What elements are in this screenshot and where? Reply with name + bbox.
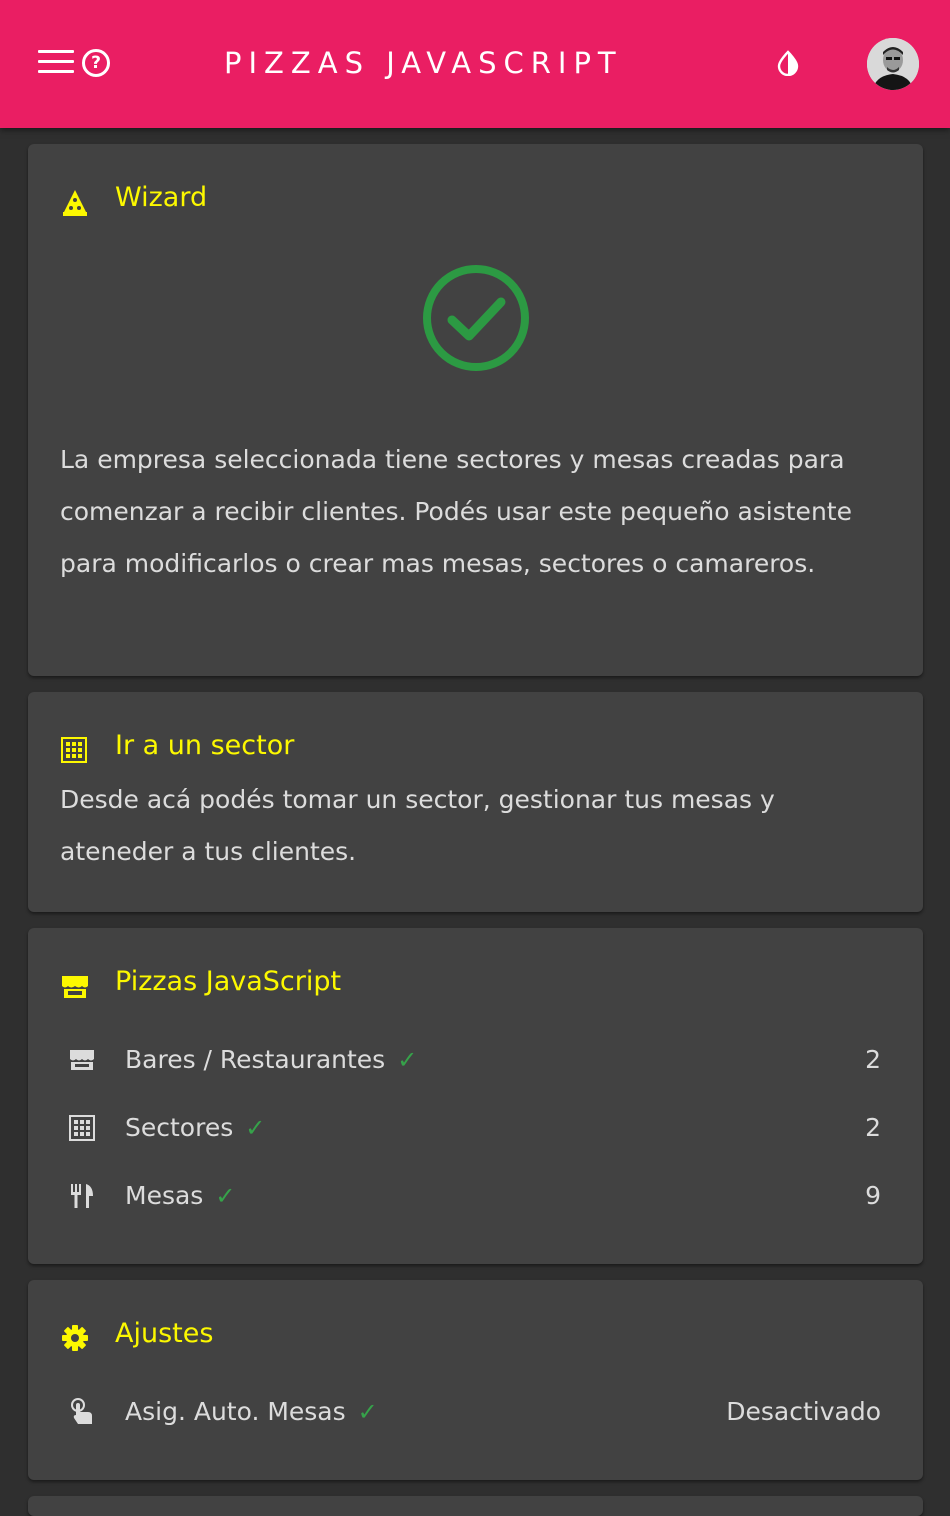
- sector-card[interactable]: Ir a un sector Desde acá podés tomar un …: [28, 692, 923, 912]
- company-card: Pizzas JavaScript Bares / Restaurantes ✓ …: [28, 928, 923, 1264]
- row-label: Asig. Auto. Mesas ✓: [125, 1397, 378, 1426]
- company-item-sectors[interactable]: Sectores ✓ 2: [68, 1108, 883, 1148]
- check-icon: ✓: [357, 1398, 378, 1426]
- avatar[interactable]: [867, 38, 919, 90]
- check-circle-icon: [423, 265, 529, 371]
- pizza-slice-icon: [63, 190, 87, 216]
- row-label: Bares / Restaurantes ✓: [125, 1045, 418, 1074]
- help-circle-icon[interactable]: ?: [82, 49, 110, 77]
- check-icon: ✓: [245, 1114, 266, 1142]
- wizard-card[interactable]: Wizard La empresa seleccionada tiene sec…: [28, 144, 923, 676]
- grid-dots-icon: [69, 1115, 95, 1141]
- storefront-icon: [62, 976, 88, 998]
- row-value: Desactivado: [726, 1397, 881, 1426]
- utensils-icon: [71, 1184, 93, 1208]
- row-value: 2: [865, 1045, 881, 1074]
- check-icon: ✓: [397, 1046, 418, 1074]
- hamburger-menu-icon[interactable]: [38, 50, 74, 76]
- touch-hand-icon: [71, 1398, 92, 1424]
- company-item-tables[interactable]: Mesas ✓ 9: [68, 1176, 883, 1216]
- storefront-icon: [70, 1050, 94, 1070]
- grid-dots-icon: [61, 737, 87, 763]
- company-item-restaurants[interactable]: Bares / Restaurantes ✓ 2: [68, 1040, 883, 1080]
- settings-title: Ajustes: [115, 1318, 214, 1349]
- check-icon: ✓: [215, 1182, 236, 1210]
- settings-card: Ajustes Asig. Auto. Mesas ✓ Desactivado: [28, 1280, 923, 1480]
- company-title: Pizzas JavaScript: [115, 966, 342, 997]
- row-label: Sectores ✓: [125, 1113, 266, 1142]
- wizard-title: Wizard: [115, 182, 208, 213]
- row-value: 9: [865, 1181, 881, 1210]
- settings-item-auto-assign[interactable]: Asig. Auto. Mesas ✓ Desactivado: [68, 1392, 883, 1432]
- contrast-drop-icon[interactable]: [775, 50, 801, 76]
- sector-title: Ir a un sector: [115, 730, 295, 761]
- row-value: 2: [865, 1113, 881, 1142]
- wizard-description: La empresa seleccionada tiene sectores y…: [60, 445, 852, 578]
- app-title: PIZZAS JAVASCRIPT: [224, 46, 623, 80]
- next-card: [28, 1496, 923, 1516]
- gear-icon: [62, 1325, 88, 1351]
- sector-description: Desde acá podés tomar un sector, gestion…: [60, 785, 775, 866]
- row-label: Mesas ✓: [125, 1181, 236, 1210]
- top-app-bar: ? PIZZAS JAVASCRIPT: [0, 0, 950, 128]
